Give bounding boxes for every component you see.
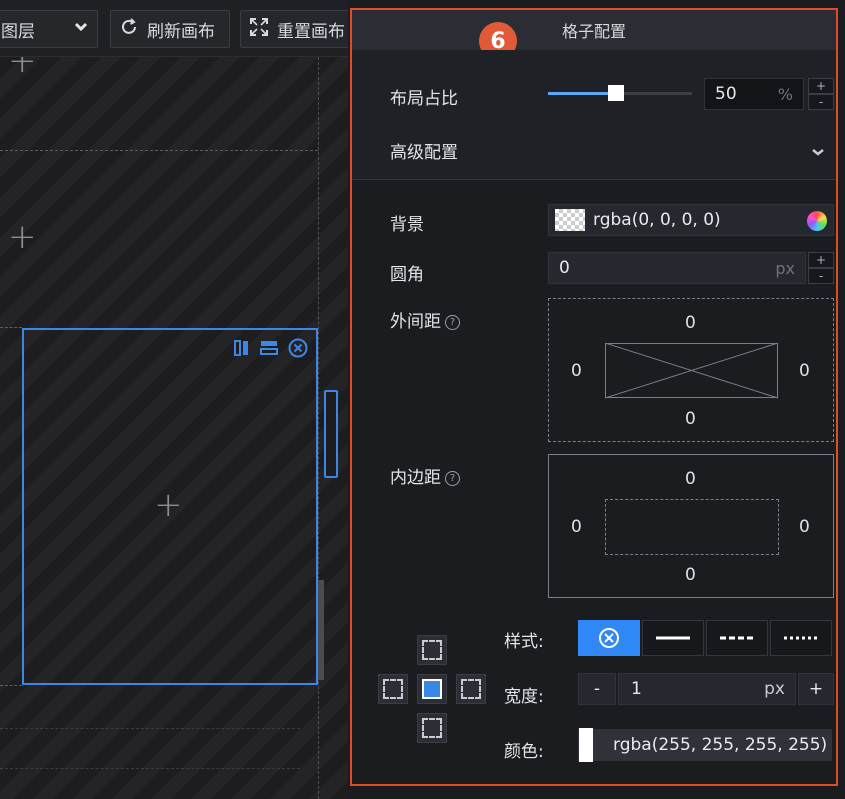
border-style-solid-option[interactable] xyxy=(642,620,704,656)
grid-line xyxy=(0,728,300,729)
content-placeholder xyxy=(605,499,779,555)
split-vertical-icon[interactable] xyxy=(234,340,250,360)
layer-select-label: 图层 xyxy=(1,21,35,42)
dotted-line-icon xyxy=(784,636,818,640)
help-icon[interactable]: ? xyxy=(445,315,460,330)
color-swatch[interactable] xyxy=(579,728,593,762)
layout-ratio-input[interactable]: 50 % xyxy=(704,78,804,110)
border-color-field[interactable]: rgba(255, 255, 255, 255) xyxy=(578,728,832,762)
add-cell-icon[interactable]: + xyxy=(8,220,37,254)
element-placeholder-icon xyxy=(605,343,779,399)
padding-editor: 0 0 0 0 xyxy=(548,454,834,598)
canvas-toolbar: 图层 刷新画布 重置画布 xyxy=(0,0,348,57)
layout-ratio-value: 50 xyxy=(715,84,737,104)
border-width-value: 1 xyxy=(631,679,642,699)
plus-label: + xyxy=(808,679,824,699)
border-style-label: 样式: xyxy=(504,632,544,652)
margin-right-value[interactable]: 0 xyxy=(799,361,810,381)
grid-config-panel: 格子配置 6 布局占比 50 % + - 高级配置 背景 rgba(0, 0, … xyxy=(350,8,838,786)
chevron-down-icon[interactable] xyxy=(812,142,824,161)
margin-top-value[interactable]: 0 xyxy=(685,313,696,333)
help-icon[interactable]: ? xyxy=(445,471,460,486)
border-width-unit: px xyxy=(764,679,785,699)
scrollbar[interactable] xyxy=(318,580,324,680)
slider-thumb[interactable] xyxy=(608,85,625,101)
transparent-swatch xyxy=(555,209,585,231)
advanced-config-label[interactable]: 高级配置 xyxy=(390,138,458,163)
solid-line-icon xyxy=(656,636,690,640)
grid-line xyxy=(0,150,318,151)
refresh-icon xyxy=(119,17,139,42)
padding-bottom-value[interactable]: 0 xyxy=(685,565,696,585)
radius-input[interactable]: 0 px xyxy=(548,252,806,284)
reset-canvas-button[interactable]: 重置画布 xyxy=(240,10,348,48)
layout-section: 布局占比 50 % + - 高级配置 xyxy=(352,50,836,180)
radius-unit: px xyxy=(775,258,795,278)
grid-line xyxy=(0,327,22,328)
panel-header: 格子配置 xyxy=(352,10,836,50)
resize-handle[interactable] xyxy=(324,390,338,478)
border-right-toggle[interactable] xyxy=(456,674,486,704)
reset-canvas-label: 重置画布 xyxy=(277,21,345,42)
decrement-button[interactable]: - xyxy=(808,268,834,284)
layout-ratio-unit: % xyxy=(777,84,793,104)
border-width-input[interactable]: 1 px xyxy=(618,673,796,705)
margin-left-value[interactable]: 0 xyxy=(571,361,582,381)
grid-line xyxy=(0,768,300,769)
fullscreen-icon xyxy=(249,17,269,42)
split-horizontal-icon[interactable] xyxy=(260,340,278,360)
chevron-down-icon xyxy=(74,21,88,36)
dashed-line-icon xyxy=(720,636,754,640)
radius-value: 0 xyxy=(559,258,570,278)
border-width-decrement[interactable]: - xyxy=(578,673,616,705)
radius-label: 圆角 xyxy=(390,265,424,285)
decrement-button[interactable]: - xyxy=(808,94,834,110)
minus-label: - xyxy=(593,679,601,699)
border-width-label: 宽度: xyxy=(504,687,544,707)
background-value: rgba(0, 0, 0, 0) xyxy=(593,210,721,230)
border-style-none-option[interactable] xyxy=(578,620,640,656)
margin-editor: 0 0 0 0 xyxy=(548,298,834,442)
refresh-canvas-label: 刷新画布 xyxy=(147,21,215,42)
grid-line xyxy=(0,685,22,686)
add-cell-icon[interactable]: + xyxy=(154,488,183,522)
background-label: 背景 xyxy=(390,215,424,235)
radius-stepper: + - xyxy=(808,252,834,284)
padding-label-text: 内边距 xyxy=(390,468,441,488)
margin-label-text: 外间距 xyxy=(390,312,441,332)
border-style-dashed-option[interactable] xyxy=(706,620,768,656)
border-color-label: 颜色: xyxy=(504,742,544,762)
canvas-area[interactable]: + + + 图层 刷新画布 重置画布 xyxy=(0,0,348,799)
grid-line xyxy=(318,57,319,799)
layout-ratio-slider[interactable] xyxy=(548,85,692,101)
slider-fill xyxy=(548,92,617,95)
border-all-toggle[interactable] xyxy=(417,674,447,704)
no-border-icon xyxy=(599,628,619,648)
layer-select[interactable]: 图层 xyxy=(0,10,98,48)
border-style-dotted-option[interactable] xyxy=(770,620,832,656)
selected-grid-cell[interactable]: + xyxy=(22,328,318,685)
border-color-value: rgba(255, 255, 255, 255) xyxy=(613,735,828,755)
increment-button[interactable]: + xyxy=(808,78,834,94)
background-color-field[interactable]: rgba(0, 0, 0, 0) xyxy=(548,204,834,236)
panel-title: 格子配置 xyxy=(561,22,626,41)
padding-right-value[interactable]: 0 xyxy=(799,517,810,537)
padding-left-value[interactable]: 0 xyxy=(571,517,582,537)
layout-ratio-label: 布局占比 xyxy=(390,89,458,109)
padding-label: 内边距? xyxy=(390,463,460,488)
increment-button[interactable]: + xyxy=(808,252,834,268)
border-width-increment[interactable]: + xyxy=(798,673,834,705)
border-left-toggle[interactable] xyxy=(378,674,408,704)
margin-bottom-value[interactable]: 0 xyxy=(685,409,696,429)
margin-label: 外间距? xyxy=(390,307,460,332)
remove-cell-icon[interactable] xyxy=(288,338,308,362)
border-bottom-toggle[interactable] xyxy=(417,713,447,743)
refresh-canvas-button[interactable]: 刷新画布 xyxy=(110,10,230,48)
layout-ratio-stepper: + - xyxy=(808,78,834,110)
padding-top-value[interactable]: 0 xyxy=(685,469,696,489)
color-wheel-icon[interactable] xyxy=(807,211,827,231)
border-top-toggle[interactable] xyxy=(417,635,447,665)
